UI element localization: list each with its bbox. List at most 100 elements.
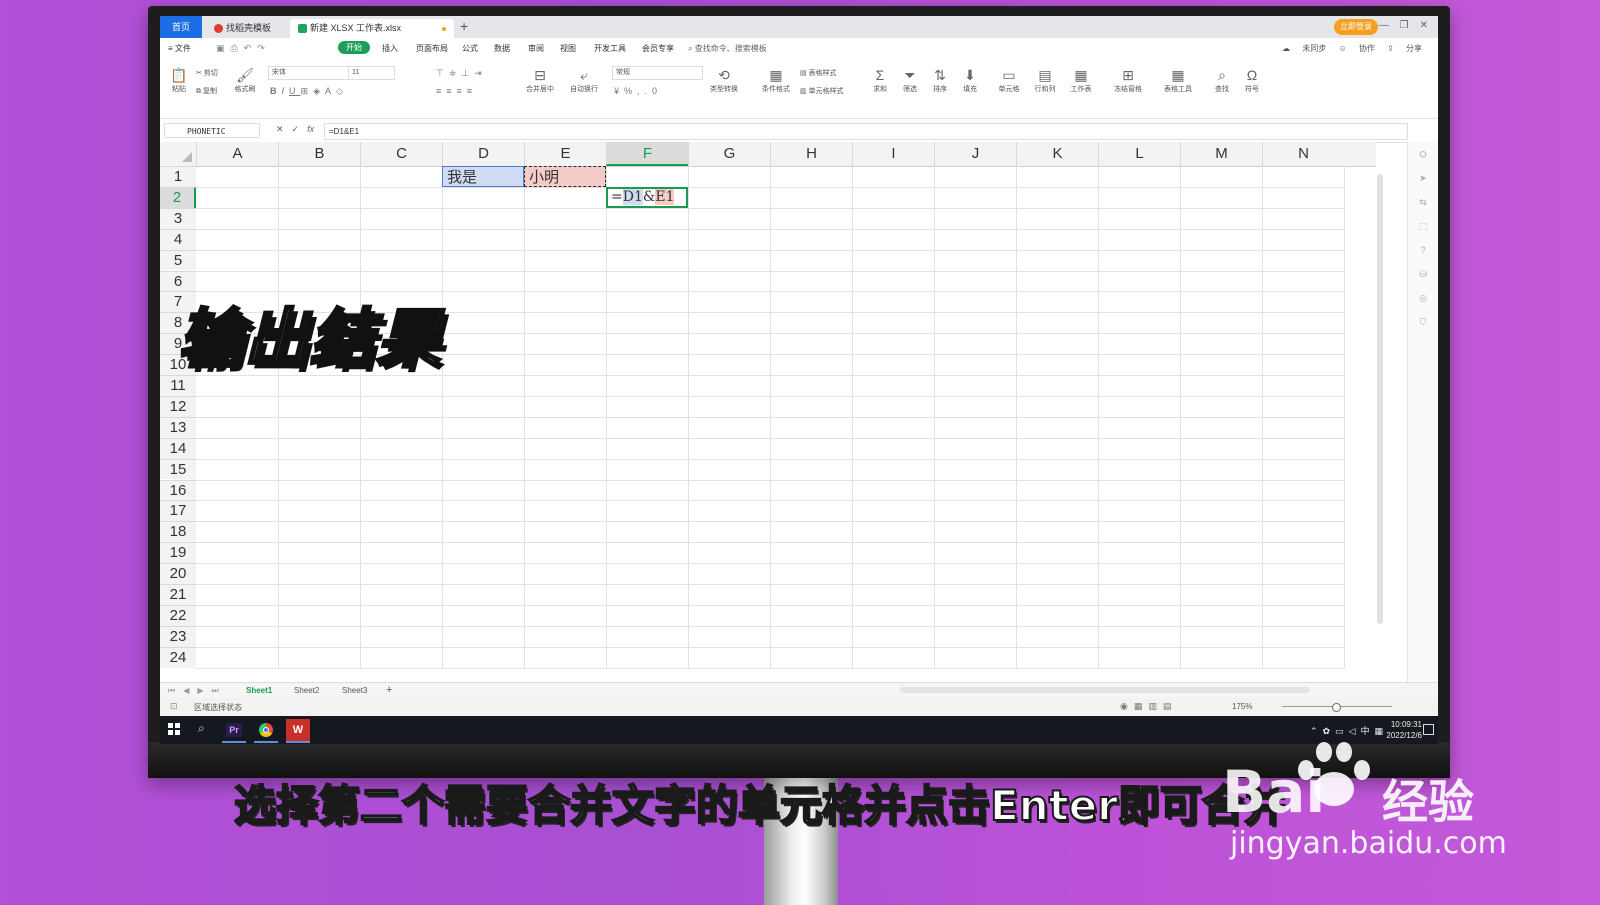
font-family-select[interactable]: 宋体	[268, 66, 349, 80]
menu-view[interactable]: 视图	[560, 43, 576, 54]
horizontal-scrollbar[interactable]	[900, 687, 1310, 693]
align-left-icon[interactable]: ≡	[436, 86, 446, 96]
paste-button[interactable]: 📋 粘贴	[166, 66, 192, 94]
tray-app-icon[interactable]: ✿	[1322, 726, 1335, 736]
side-adjust-icon[interactable]: ⇆	[1408, 190, 1438, 214]
eye-icon[interactable]: ◉	[1120, 701, 1134, 711]
row-header-18[interactable]: 18	[160, 521, 196, 543]
border-icon[interactable]: ⊞	[301, 86, 314, 96]
macro-icon[interactable]: ⊡	[170, 701, 178, 712]
row-header-5[interactable]: 5	[160, 249, 196, 271]
vertical-scrollbar[interactable]	[1376, 166, 1384, 636]
column-header-k[interactable]: K	[1016, 142, 1098, 166]
number-format-select[interactable]: 常规	[612, 66, 703, 80]
menu-formulas[interactable]: 公式	[462, 43, 478, 54]
taskbar-search-icon[interactable]: ⌕	[198, 721, 205, 736]
chrome-app[interactable]	[254, 719, 278, 743]
confirm-icon[interactable]: ✓	[292, 124, 300, 134]
menu-review[interactable]: 审阅	[528, 43, 544, 54]
spreadsheet-grid[interactable]: ABCDEFGHIJKLMN 1 2 3 4 5 6 7 8 9 10 11 12 13 14 15 16 17…	[160, 142, 1376, 682]
row-header-14[interactable]: 14	[160, 437, 196, 459]
fx-icon[interactable]: fx	[307, 124, 314, 134]
zoom-slider-handle[interactable]	[1332, 703, 1341, 712]
tab-document[interactable]: 新建 XLSX 工作表.xlsx	[290, 19, 454, 38]
tab-home[interactable]: 首页	[160, 16, 202, 38]
taskbar-clock[interactable]: 10:09:31 2022/12/6	[1386, 719, 1422, 741]
italic-icon[interactable]: I	[282, 86, 290, 96]
sheet-nav-arrows[interactable]: ⏮◀▶⏭	[168, 686, 227, 696]
type-convert-button[interactable]: ⟲ 类型转换	[704, 66, 744, 94]
worksheet-button[interactable]: ▦ 工作表	[1064, 66, 1098, 94]
column-header-b[interactable]: B	[278, 142, 360, 166]
row-header-20[interactable]: 20	[160, 563, 196, 584]
row-header-24[interactable]: 24	[160, 646, 196, 668]
row-header-1[interactable]: 1	[160, 166, 196, 187]
cell-style-button[interactable]: ▥ 单元格样式	[800, 86, 844, 96]
find-button[interactable]: ⌕ 查找	[1208, 66, 1236, 94]
sort-button[interactable]: ⇅ 排序	[926, 66, 954, 94]
row-header-4[interactable]: 4	[160, 228, 196, 250]
side-location-icon[interactable]: ◎	[1408, 286, 1438, 310]
cell-f2-editor[interactable]: =D1&E1	[606, 186, 688, 208]
fill-button[interactable]: ⬇ 填充	[956, 66, 984, 94]
decimal-icon[interactable]: .0	[645, 86, 663, 96]
merge-button[interactable]: ⊟ 合并居中	[520, 66, 560, 94]
row-header-21[interactable]: 21	[160, 584, 196, 605]
cancel-icon[interactable]: ✕	[276, 124, 284, 134]
row-header-2[interactable]: 2	[160, 186, 196, 208]
underline-icon[interactable]: U	[289, 86, 301, 96]
tab-template[interactable]: 找稻壳模板	[206, 19, 292, 38]
align-middle-icon[interactable]: ≑	[449, 68, 462, 78]
align-right-icon[interactable]: ≡	[457, 86, 467, 96]
eraser-icon[interactable]: ◇	[336, 86, 348, 96]
cut-button[interactable]: ✂ 剪切	[196, 68, 218, 78]
close-icon[interactable]: ✕	[1420, 20, 1428, 31]
justify-icon[interactable]: ≡	[467, 86, 477, 96]
menu-file[interactable]: ≡ 文件	[168, 43, 191, 54]
vertical-scroll-thumb[interactable]	[1377, 174, 1383, 624]
sheet-tab-2[interactable]: Sheet2	[294, 686, 319, 695]
row-header-12[interactable]: 12	[160, 395, 196, 417]
ime-indicator[interactable]: 中	[1360, 726, 1374, 736]
column-header-f[interactable]: F	[606, 142, 688, 166]
column-header-h[interactable]: H	[770, 142, 852, 166]
menu-insert[interactable]: 插入	[382, 43, 398, 54]
menu-developer[interactable]: 开发工具	[594, 43, 626, 54]
command-search[interactable]: ⌕ 查找命令、搜索模板	[688, 43, 767, 54]
redo-icon[interactable]: ↷	[257, 43, 271, 53]
cell-e1[interactable]: 小明	[524, 166, 606, 187]
column-header-d[interactable]: D	[442, 142, 524, 166]
save-icon[interactable]: ▣	[216, 43, 231, 53]
tray-expand-icon[interactable]: ⌃	[1310, 726, 1323, 736]
row-col-button[interactable]: ▤ 行和列	[1028, 66, 1062, 94]
column-header-g[interactable]: G	[688, 142, 770, 166]
notification-icon[interactable]	[1423, 724, 1434, 735]
column-header-a[interactable]: A	[196, 142, 278, 166]
side-select-icon[interactable]: ➤	[1408, 166, 1438, 190]
indent-icon[interactable]: ⇥	[474, 68, 487, 78]
select-all-button[interactable]	[160, 142, 196, 166]
sheet-tab-3[interactable]: Sheet3	[342, 686, 367, 695]
side-shape-icon[interactable]: ⬚	[1408, 214, 1438, 238]
bold-icon[interactable]: B	[270, 86, 282, 96]
side-bookmark-icon[interactable]: ⛉	[1408, 310, 1438, 334]
row-header-3[interactable]: 3	[160, 207, 196, 229]
zoom-level[interactable]: 175%	[1232, 702, 1252, 711]
copy-button[interactable]: ⧉ 复制	[196, 86, 217, 96]
undo-icon[interactable]: ↶	[244, 43, 258, 53]
currency-icon[interactable]: ¥	[614, 86, 624, 96]
premiere-pro-app[interactable]: Pr	[222, 719, 246, 743]
network-icon[interactable]: ▭	[1335, 726, 1349, 736]
column-header-j[interactable]: J	[934, 142, 1016, 166]
table-style-button[interactable]: ▤ 表格样式	[800, 68, 837, 78]
conditional-format-button[interactable]: ▦ 条件格式	[756, 66, 796, 94]
reading-view-icon[interactable]: ▤	[1163, 701, 1178, 711]
column-header-i[interactable]: I	[852, 142, 934, 166]
column-header-n[interactable]: N	[1262, 142, 1344, 166]
cell-d1[interactable]: 我是	[442, 166, 524, 187]
column-header-e[interactable]: E	[524, 142, 606, 166]
sum-button[interactable]: Σ 求和	[866, 66, 894, 94]
sheet-tab-1[interactable]: Sheet1	[246, 686, 272, 695]
normal-view-icon[interactable]: ▦	[1134, 701, 1149, 711]
filter-button[interactable]: ⏷ 筛选	[896, 66, 924, 94]
